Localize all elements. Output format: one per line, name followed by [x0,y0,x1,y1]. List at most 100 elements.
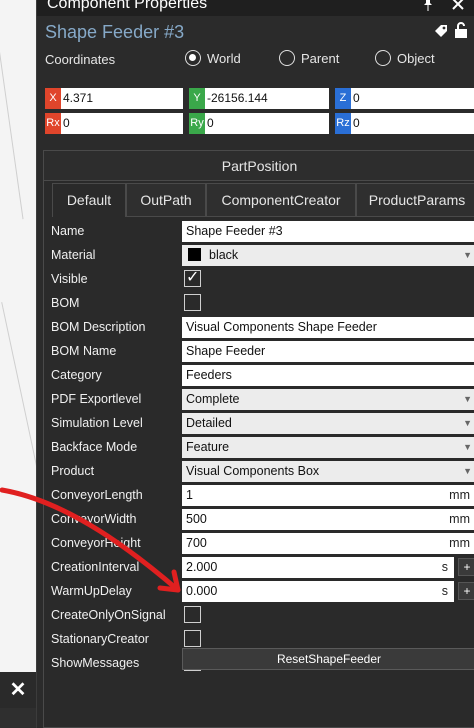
category-input[interactable]: Feeders [182,365,474,386]
material-value: black [209,248,239,262]
product-dropdown[interactable]: Visual Components Box ▼ [182,461,474,482]
radio-world-label: World [207,50,241,66]
conveyor-length-value: 1 [186,488,193,502]
tag-icon[interactable] [434,24,448,38]
property-row: WarmUpDelay 0.000 s + [44,581,474,603]
unlock-icon[interactable] [454,22,468,38]
rz-badge: Rz [335,113,351,134]
property-row: ConveyorWidth 500 mm [44,509,474,531]
property-row: CreationInterval 2.000 s + [44,557,474,579]
rx-field[interactable]: Rx 0 [45,113,183,134]
viewport-close-icon[interactable]: ✕ [0,672,36,708]
unit-label: mm [449,512,470,526]
z-field[interactable]: Z0 [335,88,474,109]
transform-fields: X 4.371 Y -26156.144 Z0 Rx 0 Ry 0 Rz 0 [37,80,474,134]
radio-world-indicator [185,50,201,66]
unit-label: s [441,584,448,598]
property-row: BOM [44,293,474,315]
property-label: Category [51,368,102,382]
create-only-on-signal-checkbox[interactable] [184,606,201,623]
warmup-delay-value: 0.000 [186,584,218,598]
property-label: PDF Exportlevel [51,392,142,406]
pdf-exportlevel-dropdown[interactable]: Complete ▼ [182,389,474,410]
visible-checkbox[interactable] [184,267,201,287]
properties-box: PartPosition Default OutPath ComponentCr… [43,150,474,728]
viewport-footer [0,708,36,728]
dropdown-arrow-icon: ▼ [463,394,472,404]
x-field[interactable]: X 4.371 [45,88,183,109]
bom-name-input[interactable]: Shape Feeder [182,341,474,362]
property-label: Visible [51,272,88,286]
dropdown-arrow-icon: ▼ [463,466,472,476]
rz-value: 0 [353,116,360,130]
conveyor-length-input[interactable]: 1 mm [182,485,474,506]
dropdown-arrow-icon: ▼ [463,418,472,428]
tab-outpath[interactable]: OutPath [126,183,206,217]
name-input[interactable]: Shape Feeder #3 [182,221,474,242]
dropdown-arrow-icon: ▼ [463,250,472,260]
warmup-delay-input[interactable]: 0.000 s [182,581,454,602]
rz-field[interactable]: Rz 0 [335,113,474,134]
property-label: Simulation Level [51,416,143,430]
component-properties-panel: Component Properties Shape Feeder #3 Coo… [36,0,474,728]
radio-parent[interactable]: Parent [279,50,339,66]
property-label: Name [51,224,85,238]
property-label: Material [51,248,96,262]
pdf-exportlevel-value: Complete [186,392,240,406]
creation-interval-plus-button[interactable]: + [458,558,474,576]
ry-value: 0 [207,116,214,130]
bom-checkbox[interactable] [184,294,201,311]
reset-shape-feeder-button[interactable]: ResetShapeFeeder [182,648,474,670]
warmup-delay-plus-button[interactable]: + [458,582,474,600]
property-label: BOM [51,296,80,310]
conveyor-width-value: 500 [186,512,207,526]
radio-object[interactable]: Object [375,50,435,66]
bom-description-input[interactable]: Visual Components Shape Feeder [182,317,474,338]
tab-productparams[interactable]: ProductParams [356,183,474,217]
conveyor-width-input[interactable]: 500 mm [182,509,474,530]
coordinates-label: Coordinates [45,52,116,67]
backface-mode-value: Feature [186,440,230,454]
component-name[interactable]: Shape Feeder #3 [45,22,184,43]
tab-componentcreator[interactable]: ComponentCreator [206,183,356,217]
z-value: 0 [353,91,360,105]
conveyor-height-input[interactable]: 700 mm [182,533,474,554]
unit-label: mm [449,536,470,550]
radio-parent-label: Parent [301,50,340,66]
property-row: Name Shape Feeder #3 [44,221,474,243]
pin-icon[interactable] [422,0,434,14]
backface-mode-dropdown[interactable]: Feature ▼ [182,437,474,458]
panel-title: Component Properties [47,0,208,12]
property-row: Material black ▼ [44,245,474,267]
unit-label: mm [449,488,470,502]
property-label: Product [51,464,95,478]
close-icon[interactable] [452,0,464,13]
property-row: BOM Description Visual Components Shape … [44,317,474,339]
material-swatch [188,248,201,261]
radio-object-label: Object [397,50,435,66]
simulation-level-value: Detailed [186,416,232,430]
tab-default[interactable]: Default [52,183,126,217]
stationary-creator-checkbox[interactable] [184,630,201,647]
property-row: ConveyorLength 1 mm [44,485,474,507]
property-label: CreationInterval [51,560,140,574]
tab-bar: Default OutPath ComponentCreator Product… [44,183,474,217]
creation-interval-input[interactable]: 2.000 s [182,557,454,578]
property-row: BOM Name Shape Feeder [44,341,474,363]
property-label: CreateOnlyOnSignal [51,608,166,622]
3d-viewport-edge[interactable]: ✕ [0,0,44,728]
x-value: 4.371 [63,91,94,105]
material-dropdown[interactable]: black ▼ [182,245,474,266]
property-label: ShowMessages [51,656,140,670]
property-row: CreateOnlyOnSignal [44,605,474,627]
dropdown-arrow-icon: ▼ [463,442,472,452]
radio-world[interactable]: World [185,50,241,66]
simulation-level-dropdown[interactable]: Detailed ▼ [182,413,474,434]
ry-field[interactable]: Ry 0 [189,113,329,134]
property-row: Simulation Level Detailed ▼ [44,413,474,435]
rx-value: 0 [63,116,70,130]
y-value: -26156.144 [207,91,268,105]
property-row: ConveyorHeight 700 mm [44,533,474,555]
property-row: Visible [44,267,474,291]
y-field[interactable]: Y -26156.144 [189,88,329,109]
